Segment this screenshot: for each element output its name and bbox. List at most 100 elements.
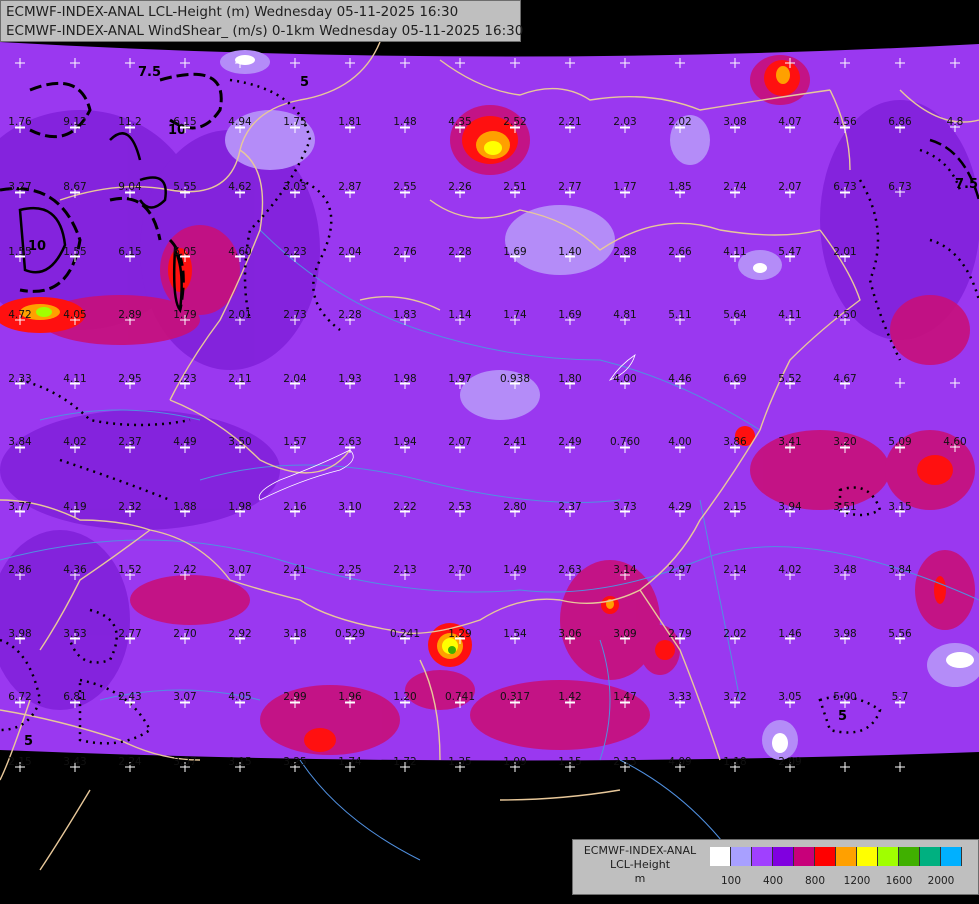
windshear-value: 3.20 — [833, 436, 856, 448]
windshear-value: 2.52 — [503, 116, 526, 128]
windshear-value: 4.49 — [173, 436, 196, 448]
windshear-value: 2.63 — [338, 436, 361, 448]
windshear-value: 2.16 — [283, 501, 307, 513]
windshear-value: 4.67 — [833, 373, 856, 385]
windshear-value: 2.32 — [118, 501, 141, 513]
windshear-value: 1.42 — [558, 691, 581, 703]
windshear-value: 6.69 — [723, 373, 746, 385]
windshear-value: 4.11 — [778, 309, 801, 321]
windshear-value: 3.14 — [613, 564, 637, 576]
windshear-value: 4.11 — [723, 246, 746, 258]
legend-swatch — [710, 847, 731, 866]
windshear-value: 2.87 — [338, 181, 361, 193]
legend-swatch — [794, 847, 815, 866]
windshear-value: 1.46 — [778, 628, 802, 640]
windshear-value: 11.2 — [118, 116, 141, 128]
legend-title: ECMWF-INDEX-ANAL LCL-Height m — [575, 844, 705, 886]
legend-variable: LCL-Height — [609, 858, 671, 871]
windshear-value: 2.02 — [723, 628, 746, 640]
windshear-value: 5.64 — [723, 309, 747, 321]
windshear-value: 3.94 — [778, 501, 802, 513]
windshear-value: 4.60 — [228, 246, 251, 258]
windshear-value: 9.12 — [63, 116, 86, 128]
windshear-value: 2.01 — [833, 246, 856, 258]
windshear-value: 4.07 — [778, 116, 801, 128]
windshear-value: 3.73 — [613, 501, 636, 513]
windshear-value: 4.11 — [63, 373, 86, 385]
windshear-value: 3.51 — [833, 501, 856, 513]
windshear-value: 3.33 — [668, 691, 691, 703]
windshear-value: 2.41 — [503, 436, 526, 448]
windshear-value: 2.03 — [613, 116, 636, 128]
legend-swatch — [941, 847, 962, 866]
windshear-value: 2.07 — [448, 436, 471, 448]
windshear-value: 2.41 — [283, 564, 306, 576]
windshear-value: 4.56 — [833, 116, 857, 128]
windshear-value: 4.35 — [448, 116, 471, 128]
windshear-value: 2.70 — [173, 628, 196, 640]
windshear-value: 2.37 — [558, 501, 581, 513]
contour-label: 7.5 — [955, 177, 978, 192]
windshear-value: 2.77 — [558, 181, 581, 193]
legend-tick: 1200 — [843, 875, 871, 887]
windshear-value: 4.29 — [668, 501, 691, 513]
legend-swatch — [899, 847, 920, 866]
legend-tick: 1600 — [885, 875, 913, 887]
windshear-value: 4.19 — [63, 501, 86, 513]
windshear-value: 2.42 — [173, 564, 196, 576]
windshear-value: 3.07 — [228, 564, 251, 576]
windshear-value: 3.77 — [8, 501, 31, 513]
contour-label: 5 — [838, 709, 847, 724]
windshear-value: 5.09 — [888, 436, 911, 448]
windshear-value: 0.529 — [335, 628, 365, 640]
windshear-value: 2.25 — [338, 564, 361, 576]
windshear-value: 6.86 — [888, 116, 912, 128]
windshear-value: 4.8 — [947, 116, 964, 128]
legend-swatch — [773, 847, 794, 866]
windshear-value: 3.15 — [888, 501, 911, 513]
windshear-value: 2.15 — [723, 501, 746, 513]
windshear-value: 6.15 — [118, 246, 141, 258]
windshear-value: 2.13 — [393, 564, 416, 576]
windshear-value: 2.24 — [118, 756, 142, 768]
windshear-value: 3.50 — [228, 436, 251, 448]
windshear-value: 2.23 — [283, 246, 306, 258]
windshear-value: 6.73 — [888, 181, 911, 193]
windshear-value: 2.92 — [228, 628, 251, 640]
windshear-value: 1.97 — [448, 373, 471, 385]
windshear-value: 1.99 — [503, 756, 526, 768]
windshear-value: 3.86 — [723, 436, 747, 448]
windshear-value: 0.760 — [610, 436, 640, 448]
windshear-value: 5.56 — [888, 628, 912, 640]
windshear-value: 1.77 — [613, 181, 636, 193]
contour-label: 7.5 — [138, 65, 161, 80]
windshear-value: 4.00 — [668, 436, 691, 448]
windshear-value: 3.09 — [613, 628, 636, 640]
windshear-value: 1.55 — [63, 246, 86, 258]
windshear-value: 0.741 — [445, 691, 475, 703]
windshear-value: 1.49 — [503, 564, 526, 576]
windshear-value: 4.02 — [778, 564, 801, 576]
windshear-value: 6.81 — [63, 691, 86, 703]
windshear-value: 3.53 — [63, 628, 86, 640]
windshear-value: 2.28 — [448, 246, 471, 258]
legend-tick: 2000 — [927, 875, 955, 887]
windshear-value: 1.96 — [338, 691, 362, 703]
windshear-value: 2.13 — [613, 756, 636, 768]
windshear-value: 3.27 — [8, 181, 31, 193]
windshear-value: 2.09 — [778, 756, 801, 768]
windshear-value: 2.55 — [393, 181, 416, 193]
windshear-value: 2.66 — [668, 246, 692, 258]
windshear-value: 2.26 — [448, 181, 472, 193]
windshear-value: 1.55 — [8, 246, 31, 258]
windshear-value: 4.62 — [228, 181, 251, 193]
windshear-value: 1.94 — [393, 436, 417, 448]
windshear-value: 1.29 — [448, 628, 471, 640]
windshear-value: 4.46 — [668, 373, 692, 385]
windshear-value: 2.11 — [228, 373, 251, 385]
windshear-value: 3.43 — [63, 756, 86, 768]
windshear-value: 2.88 — [613, 246, 636, 258]
windshear-value: 5.47 — [778, 246, 801, 258]
windshear-value: 1.83 — [393, 309, 416, 321]
windshear-value: 2.80 — [503, 501, 526, 513]
